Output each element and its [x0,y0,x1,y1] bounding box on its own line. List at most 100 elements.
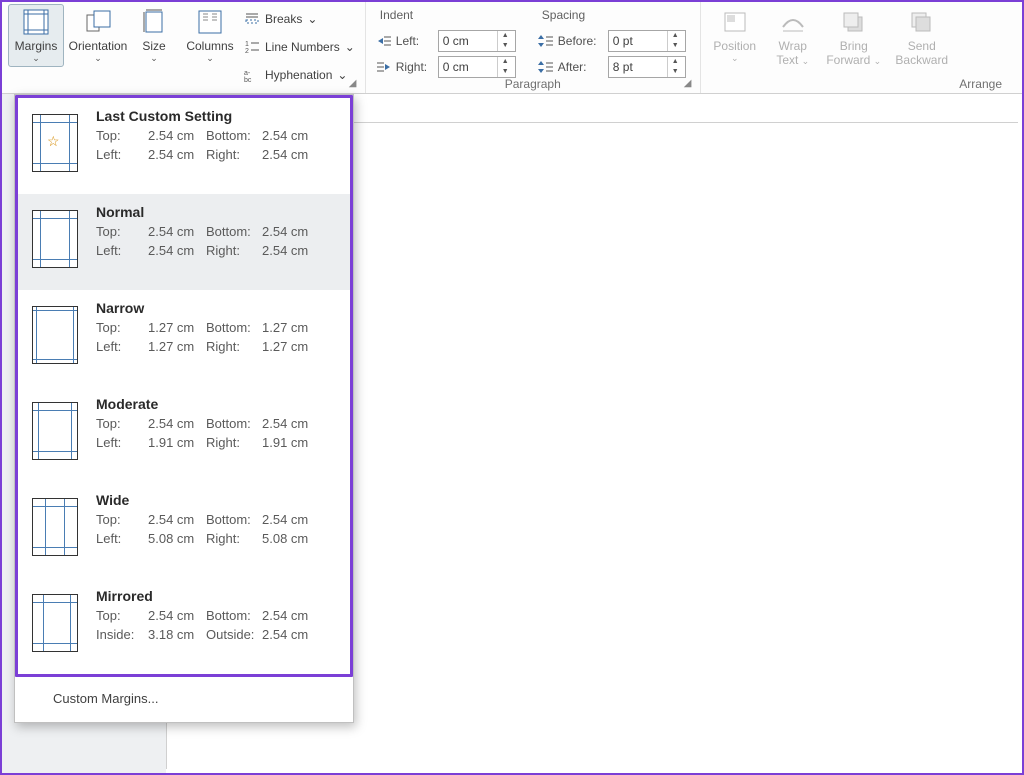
chevron-down-icon: ⌄ [94,53,102,64]
bringforward-icon [840,9,868,35]
preset-bottom-value: 2.54 cm [262,224,320,239]
svg-text:2: 2 [245,48,249,55]
line-numbers-label: Line Numbers [265,40,340,54]
preset-thumb-icon [32,210,78,268]
wraptext-icon [779,9,807,35]
spacing-before-input[interactable]: ▲▼ [608,30,686,52]
margin-preset-wide[interactable]: Wide Top:2.54 cm Bottom:2.54 cm Left:5.0… [18,482,350,578]
columns-label: Columns [186,39,233,53]
preset-top-label: Top: [96,128,148,143]
preset-left-value: 5.08 cm [148,531,206,546]
preset-thumb-icon [32,402,78,460]
preset-top-label: Top: [96,224,148,239]
preset-top-value: 2.54 cm [148,608,206,623]
svg-text:a-: a- [244,70,251,77]
margins-dropdown: ☆ Last Custom Setting Top:2.54 cm Bottom… [14,94,354,723]
chevron-down-icon: ⌄ [345,40,355,54]
spacing-after-input[interactable]: ▲▼ [608,56,686,78]
preset-bottom-label: Bottom: [206,224,262,239]
chevron-down-icon: ⌄ [731,53,739,64]
preset-bottom-label: Bottom: [206,416,262,431]
margin-preset-narrow[interactable]: Narrow Top:1.27 cm Bottom:1.27 cm Left:1… [18,290,350,386]
chevron-down-icon: ⌄ [307,12,317,26]
margin-preset-moderate[interactable]: Moderate Top:2.54 cm Bottom:2.54 cm Left… [18,386,350,482]
chevron-down-icon: ⌄ [206,53,214,64]
preset-left-value: 1.91 cm [148,435,206,450]
preset-bottom-value: 2.54 cm [262,608,320,623]
paragraph-launcher[interactable]: ◢ [684,78,696,90]
custom-margins-item[interactable]: Custom Margins... [15,677,353,722]
star-icon: ☆ [47,133,60,150]
preset-left-label: Left: [96,339,148,354]
spacing-after-label: After: [558,60,604,74]
paragraph-caption: Paragraph [366,77,700,91]
position-icon [721,9,749,35]
preset-top-value: 1.27 cm [148,320,206,335]
arrange-caption: Arrange [701,77,1022,91]
preset-right-value: 2.54 cm [262,243,320,258]
line-numbers-button[interactable]: 12 Line Numbers ⌄ [244,36,355,58]
preset-left-value: 2.54 cm [148,243,206,258]
preset-title: Wide [96,492,336,508]
group-arrange: Position ⌄ Wrap Text ⌄ Bring Forward ⌄ S… [701,2,1022,93]
preset-thumb-icon [32,594,78,652]
preset-left-value: 3.18 cm [148,627,206,642]
preset-right-value: 2.54 cm [262,147,320,162]
preset-title: Normal [96,204,336,220]
indent-left-input[interactable]: ▲▼ [438,30,516,52]
preset-thumb-icon: ☆ [32,114,78,172]
indent-heading: Indent [376,8,516,22]
preset-right-label: Right: [206,243,262,258]
preset-bottom-value: 1.27 cm [262,320,320,335]
preset-top-value: 2.54 cm [148,128,206,143]
bringforward-button[interactable]: Bring Forward ⌄ [823,4,885,71]
preset-right-label: Outside: [206,627,262,642]
preset-left-value: 1.27 cm [148,339,206,354]
preset-top-label: Top: [96,608,148,623]
indent-right-icon [376,59,392,75]
preset-left-label: Left: [96,147,148,162]
margin-preset-last-custom-setting[interactable]: ☆ Last Custom Setting Top:2.54 cm Bottom… [18,98,350,194]
preset-right-label: Right: [206,147,262,162]
page-setup-launcher[interactable]: ◢ [349,78,361,90]
size-button[interactable]: Size ⌄ [132,4,176,67]
preset-right-value: 1.91 cm [262,435,320,450]
bringforward-label2: Forward [826,53,870,67]
wraptext-label2: Text [776,53,798,67]
preset-right-label: Right: [206,339,262,354]
preset-left-label: Left: [96,243,148,258]
indent-left-label: Left: [396,34,434,48]
sendbackward-button[interactable]: Send Backward [891,4,953,70]
orientation-label: Orientation [69,39,128,53]
preset-bottom-label: Bottom: [206,128,262,143]
breaks-button[interactable]: Breaks ⌄ [244,8,355,30]
columns-button[interactable]: Columns ⌄ [182,4,238,67]
indent-right-input[interactable]: ▲▼ [438,56,516,78]
breaks-icon [244,11,260,27]
orientation-button[interactable]: Orientation ⌄ [70,4,126,67]
preset-top-label: Top: [96,320,148,335]
breaks-label: Breaks [265,12,302,26]
preset-left-label: Left: [96,531,148,546]
preset-left-value: 2.54 cm [148,147,206,162]
preset-bottom-label: Bottom: [206,320,262,335]
margin-preset-mirrored[interactable]: Mirrored Top:2.54 cm Bottom:2.54 cm Insi… [18,578,350,674]
spacing-before-label: Before: [558,34,604,48]
wraptext-button[interactable]: Wrap Text ⌄ [769,4,817,71]
preset-left-label: Left: [96,435,148,450]
group-page-setup: Margins ⌄ Orientation ⌄ Size ⌄ Columns ⌄ [2,2,366,93]
position-button[interactable]: Position ⌄ [707,4,763,67]
indent-right-label: Right: [396,60,434,74]
spacing-after-icon [538,59,554,75]
preset-bottom-value: 2.54 cm [262,416,320,431]
spacing-heading: Spacing [538,8,686,22]
sendbackward-icon [908,9,936,35]
chevron-down-icon: ⌄ [150,53,158,64]
bringforward-label1: Bring [840,39,868,53]
margin-preset-normal[interactable]: Normal Top:2.54 cm Bottom:2.54 cm Left:2… [18,194,350,290]
line-numbers-icon: 12 [244,39,260,55]
preset-bottom-label: Bottom: [206,608,262,623]
margins-button[interactable]: Margins ⌄ [8,4,64,67]
hyphenation-button[interactable]: a-bc Hyphenation ⌄ [244,64,355,86]
preset-title: Mirrored [96,588,336,604]
